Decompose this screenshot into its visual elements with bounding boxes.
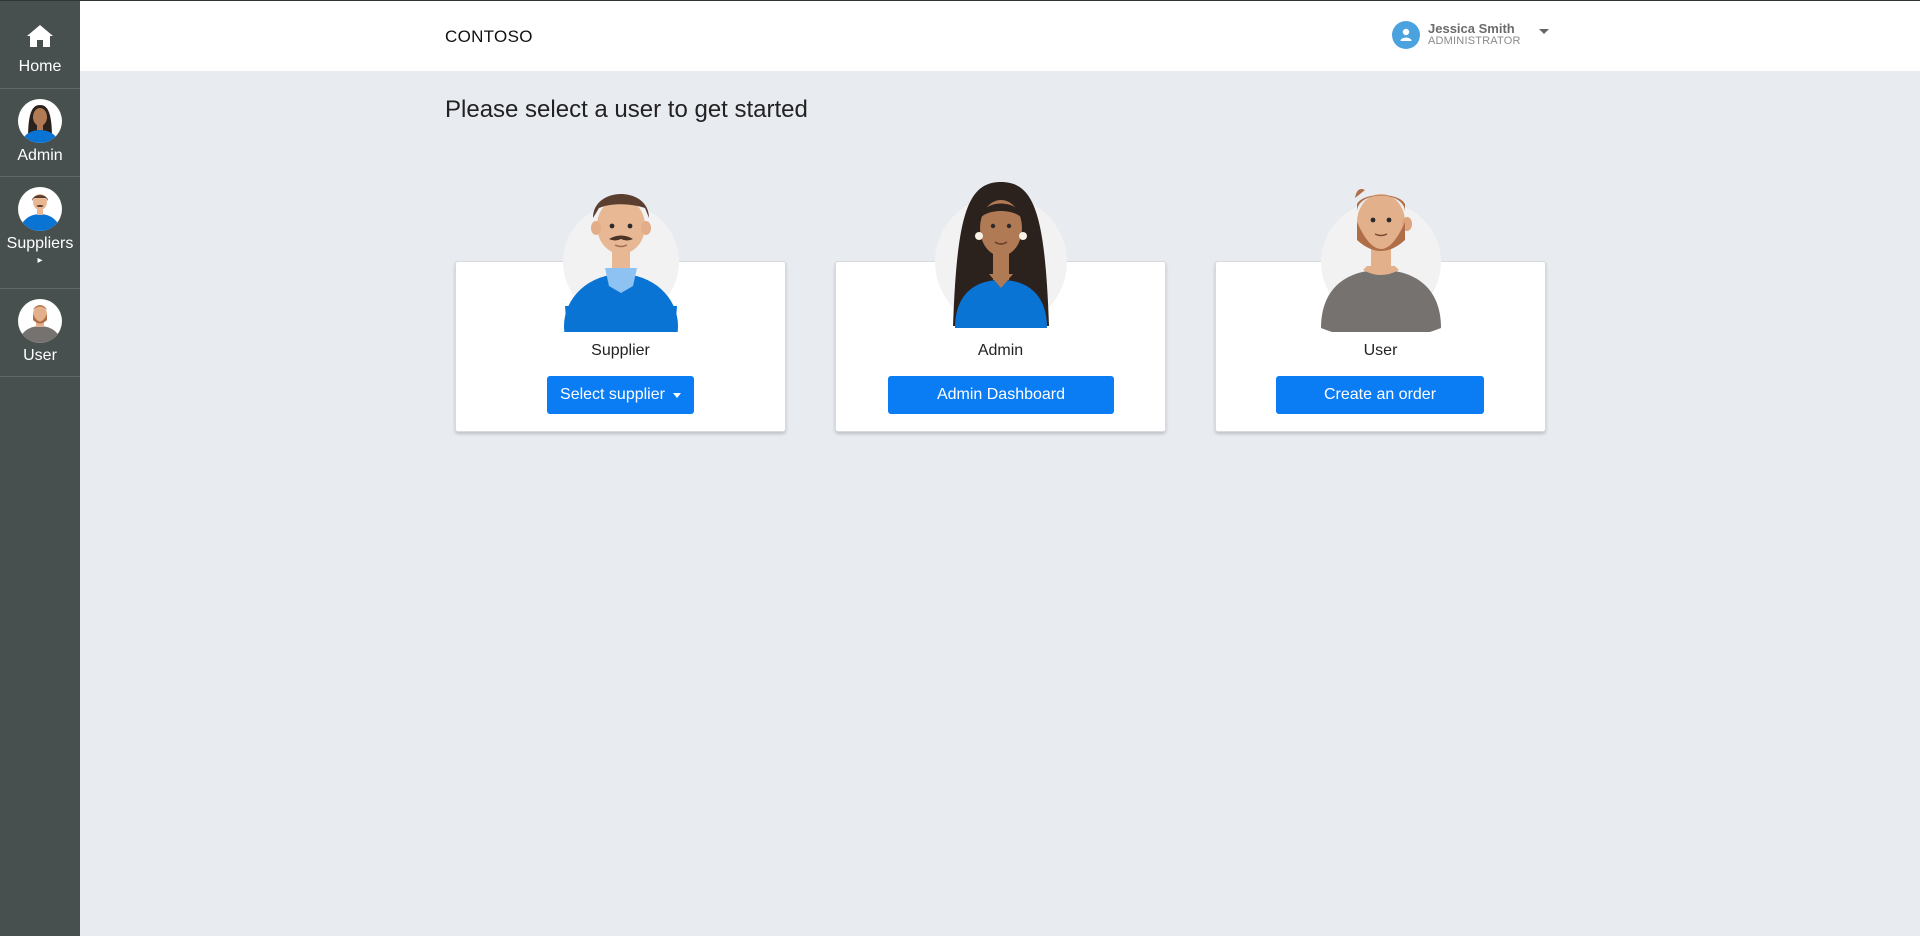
page-title: Please select a user to get started — [445, 96, 808, 123]
sidebar-item-home[interactable]: Home — [0, 1, 80, 89]
user-avatar-icon — [18, 299, 62, 343]
home-icon — [25, 23, 55, 54]
chevron-down-icon[interactable] — [1538, 28, 1549, 34]
brand-logo-text[interactable]: CONTOSO — [445, 27, 533, 47]
user-profile-menu[interactable]: Jessica Smith ADMINISTRATOR — [1392, 21, 1549, 49]
sidebar-item-admin[interactable]: Admin — [0, 89, 80, 177]
sidebar-item-label: User — [23, 347, 57, 364]
chevron-right-icon[interactable]: ▸ — [37, 255, 42, 266]
sidebar-item-label: Suppliers — [6, 235, 74, 252]
select-supplier-button[interactable]: Select supplier — [547, 376, 694, 414]
admin-dashboard-button[interactable]: Admin Dashboard — [888, 376, 1114, 414]
top-header: CONTOSO Jessica Smith ADMINISTRATOR — [80, 0, 1920, 71]
admin-avatar-icon — [933, 176, 1069, 332]
card-label: Supplier — [591, 342, 650, 359]
supplier-avatar-icon — [553, 176, 689, 378]
card-label: User — [1363, 342, 1398, 359]
user-avatar-icon — [1313, 176, 1449, 340]
person-icon — [1392, 21, 1420, 49]
sidebar-item-label: Home — [18, 58, 62, 75]
sidebar-item-label: Admin — [17, 147, 63, 164]
card-label: Admin — [977, 342, 1024, 359]
create-order-button[interactable]: Create an order — [1276, 376, 1484, 414]
supplier-avatar-icon — [18, 187, 62, 231]
profile-name: Jessica Smith — [1428, 21, 1515, 36]
admin-avatar-icon — [18, 99, 62, 143]
sidebar: Home Admin Suppliers ▸ User — [0, 0, 80, 936]
button-label: Select supplier — [560, 386, 665, 403]
chevron-down-icon — [672, 392, 681, 398]
sidebar-item-suppliers[interactable]: Suppliers ▸ — [0, 177, 80, 289]
sidebar-item-user[interactable]: User — [0, 289, 80, 377]
profile-role: ADMINISTRATOR — [1428, 35, 1521, 47]
profile-text: Jessica Smith ADMINISTRATOR — [1428, 22, 1521, 48]
